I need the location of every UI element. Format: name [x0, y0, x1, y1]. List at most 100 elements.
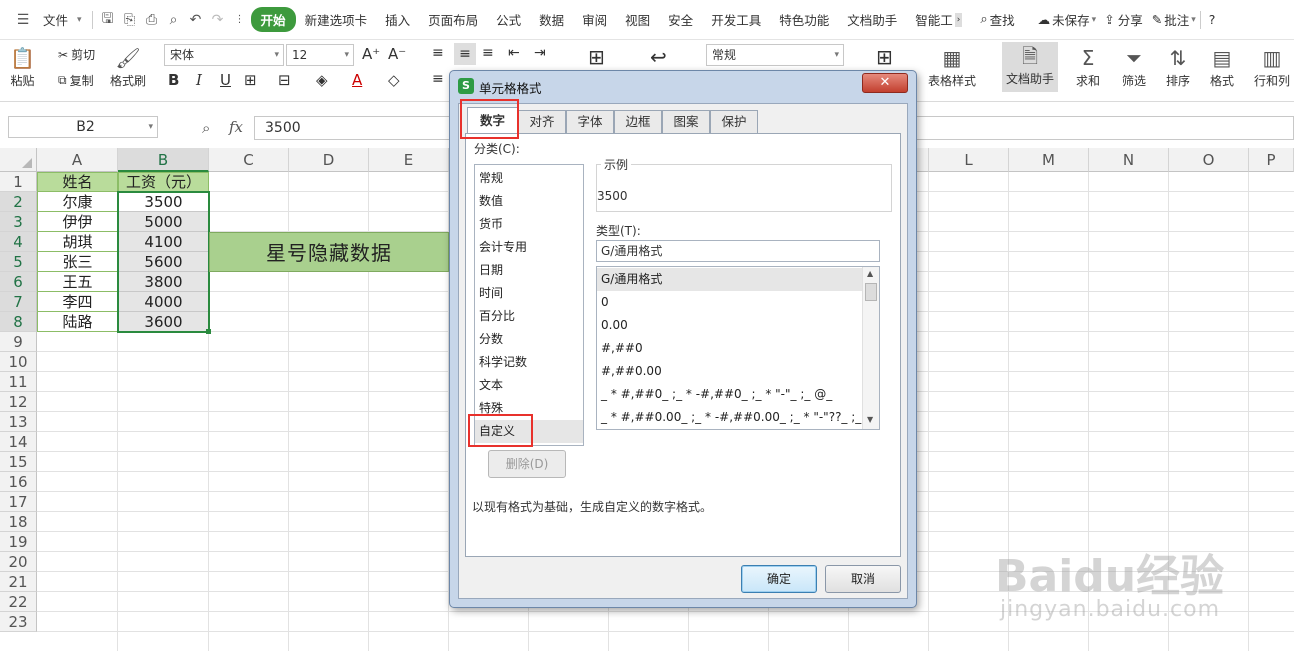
italic-button[interactable]: I	[196, 71, 202, 89]
print-preview-icon[interactable]: ⌕	[163, 12, 185, 28]
share-button[interactable]: 分享	[1115, 10, 1146, 29]
dialog-titlebar[interactable]: S 单元格格式 ✕	[450, 71, 916, 101]
tab-review[interactable]: 审阅	[573, 10, 616, 29]
cut-button[interactable]: ✂ 剪切	[58, 46, 95, 63]
wrap-text-icon[interactable]: ↩	[650, 45, 667, 69]
font-name-select[interactable]: 宋体 ▾	[164, 44, 284, 66]
row-header-20[interactable]: 20	[0, 552, 37, 572]
column-header-c[interactable]: C	[209, 148, 289, 172]
redo-icon[interactable]: ↷	[207, 12, 229, 28]
tab-page-layout[interactable]: 页面布局	[419, 10, 487, 29]
tab-new[interactable]: 新建选项卡	[296, 10, 377, 29]
row-header-7[interactable]: 7	[0, 292, 37, 312]
name-cell[interactable]: 伊伊	[37, 212, 118, 232]
format-painter-button[interactable]: 🖌 格式刷	[110, 44, 146, 89]
scroll-up-icon[interactable]: ▲	[867, 269, 873, 278]
row-header-8[interactable]: 8	[0, 312, 37, 332]
copy-button[interactable]: ⧉ 复制	[58, 72, 94, 89]
row-header-1[interactable]: 1	[0, 172, 37, 192]
tab-smart[interactable]: 智能工	[906, 10, 955, 29]
sort-button[interactable]: ⇅ 排序	[1166, 44, 1190, 89]
name-box[interactable]: B2 ▾	[8, 116, 158, 138]
row-header-15[interactable]: 15	[0, 452, 37, 472]
format-button[interactable]: ▤ 格式	[1210, 44, 1234, 89]
type-item[interactable]: 0.00	[597, 314, 863, 337]
tab-home[interactable]: 开始	[250, 7, 296, 32]
name-cell[interactable]: 陆路	[37, 312, 118, 332]
number-format-select[interactable]: 常规 ▾	[706, 44, 844, 66]
category-item[interactable]: 科学记数	[475, 351, 583, 374]
salary-cell[interactable]: 5000	[118, 212, 209, 232]
export-icon[interactable]: ⎘	[119, 12, 141, 28]
salary-cell[interactable]: 3800	[118, 272, 209, 292]
font-color-icon[interactable]: A	[352, 71, 362, 89]
category-item[interactable]: 数值	[475, 190, 583, 213]
hamburger-icon[interactable]: ☰	[12, 12, 34, 28]
row-header-9[interactable]: 9	[0, 332, 37, 352]
salary-cell[interactable]: 4100	[118, 232, 209, 252]
align-bottom-icon[interactable]: ≡	[482, 45, 494, 61]
align-left-icon[interactable]: ≡	[432, 71, 444, 87]
row-header-22[interactable]: 22	[0, 592, 37, 612]
fill-handle[interactable]	[206, 329, 211, 334]
column-header-n[interactable]: N	[1089, 148, 1169, 172]
type-list[interactable]: G/通用格式 0 0.00 #,##0 #,##0.00 _ * #,##0_ ;_ * …	[596, 266, 880, 430]
scroll-down-icon[interactable]: ▼	[867, 415, 873, 424]
category-item[interactable]: 会计专用	[475, 236, 583, 259]
file-menu[interactable]: 文件	[34, 10, 77, 29]
column-header-l[interactable]: L	[929, 148, 1009, 172]
row-header-12[interactable]: 12	[0, 392, 37, 412]
row-header-5[interactable]: 5	[0, 252, 37, 272]
paste-button[interactable]: 📋 粘贴	[10, 44, 35, 89]
category-item[interactable]: 常规	[475, 167, 583, 190]
print-icon[interactable]: ⎙	[141, 12, 163, 28]
font-shrink-button[interactable]: A⁻	[388, 45, 406, 63]
cell-style-icon[interactable]: ⊟	[278, 71, 291, 89]
indent-decrease-icon[interactable]: ⇤	[508, 45, 520, 61]
doc-helper-button[interactable]: 🗎 文档助手	[1002, 42, 1059, 92]
type-item[interactable]: #,##0	[597, 337, 863, 360]
column-header-a[interactable]: A	[37, 148, 118, 172]
type-input[interactable]: G/通用格式	[596, 240, 880, 262]
category-item[interactable]: 文本	[475, 374, 583, 397]
row-header-4[interactable]: 4	[0, 232, 37, 252]
row-header-18[interactable]: 18	[0, 512, 37, 532]
row-header-2[interactable]: 2	[0, 192, 37, 212]
column-header-p[interactable]: P	[1249, 148, 1294, 172]
type-item[interactable]: _ * #,##0_ ;_ * -#,##0_ ;_ * "-"_ ;_ @_	[597, 383, 863, 406]
name-cell[interactable]: 尔康	[37, 192, 118, 212]
zoom-icon[interactable]: ⌕	[202, 119, 210, 137]
category-item[interactable]: 分数	[475, 328, 583, 351]
underline-button[interactable]: U	[220, 71, 231, 89]
salary-cell[interactable]: 3600	[118, 312, 209, 332]
category-item[interactable]: 时间	[475, 282, 583, 305]
name-cell[interactable]: 李四	[37, 292, 118, 312]
comment-button[interactable]: 批注	[1162, 10, 1191, 29]
scrollbar-thumb[interactable]	[865, 283, 877, 301]
column-header-m[interactable]: M	[1009, 148, 1089, 172]
row-header-10[interactable]: 10	[0, 352, 37, 372]
row-header-13[interactable]: 13	[0, 412, 37, 432]
row-header-3[interactable]: 3	[0, 212, 37, 232]
ok-button[interactable]: 确定	[741, 565, 817, 593]
name-cell[interactable]: 胡琪	[37, 232, 118, 252]
salary-cell[interactable]: 3500	[118, 192, 209, 212]
align-middle-icon[interactable]: ≡	[454, 43, 476, 65]
more-icon[interactable]: ⋮	[229, 14, 251, 25]
row-header-17[interactable]: 17	[0, 492, 37, 512]
font-grow-button[interactable]: A⁺	[362, 45, 380, 63]
tab-pattern[interactable]: 图案	[662, 110, 710, 133]
indent-increase-icon[interactable]: ⇥	[534, 45, 546, 61]
fill-color-icon[interactable]: ◈	[316, 71, 328, 89]
row-header-16[interactable]: 16	[0, 472, 37, 492]
bold-button[interactable]: B	[168, 71, 179, 89]
type-item[interactable]: 0	[597, 291, 863, 314]
type-item[interactable]: #,##0.00	[597, 360, 863, 383]
type-item[interactable]: G/通用格式	[597, 268, 863, 291]
fx-button[interactable]: fx	[229, 118, 243, 136]
search-icon[interactable]: ⌕	[980, 12, 987, 27]
tab-security[interactable]: 安全	[659, 10, 702, 29]
category-item[interactable]: 百分比	[475, 305, 583, 328]
category-list[interactable]: 常规 数值 货币 会计专用 日期 时间 百分比 分数 科学记数 文本 特殊 自定义	[474, 164, 584, 446]
tab-doc-helper[interactable]: 文档助手	[838, 10, 906, 29]
